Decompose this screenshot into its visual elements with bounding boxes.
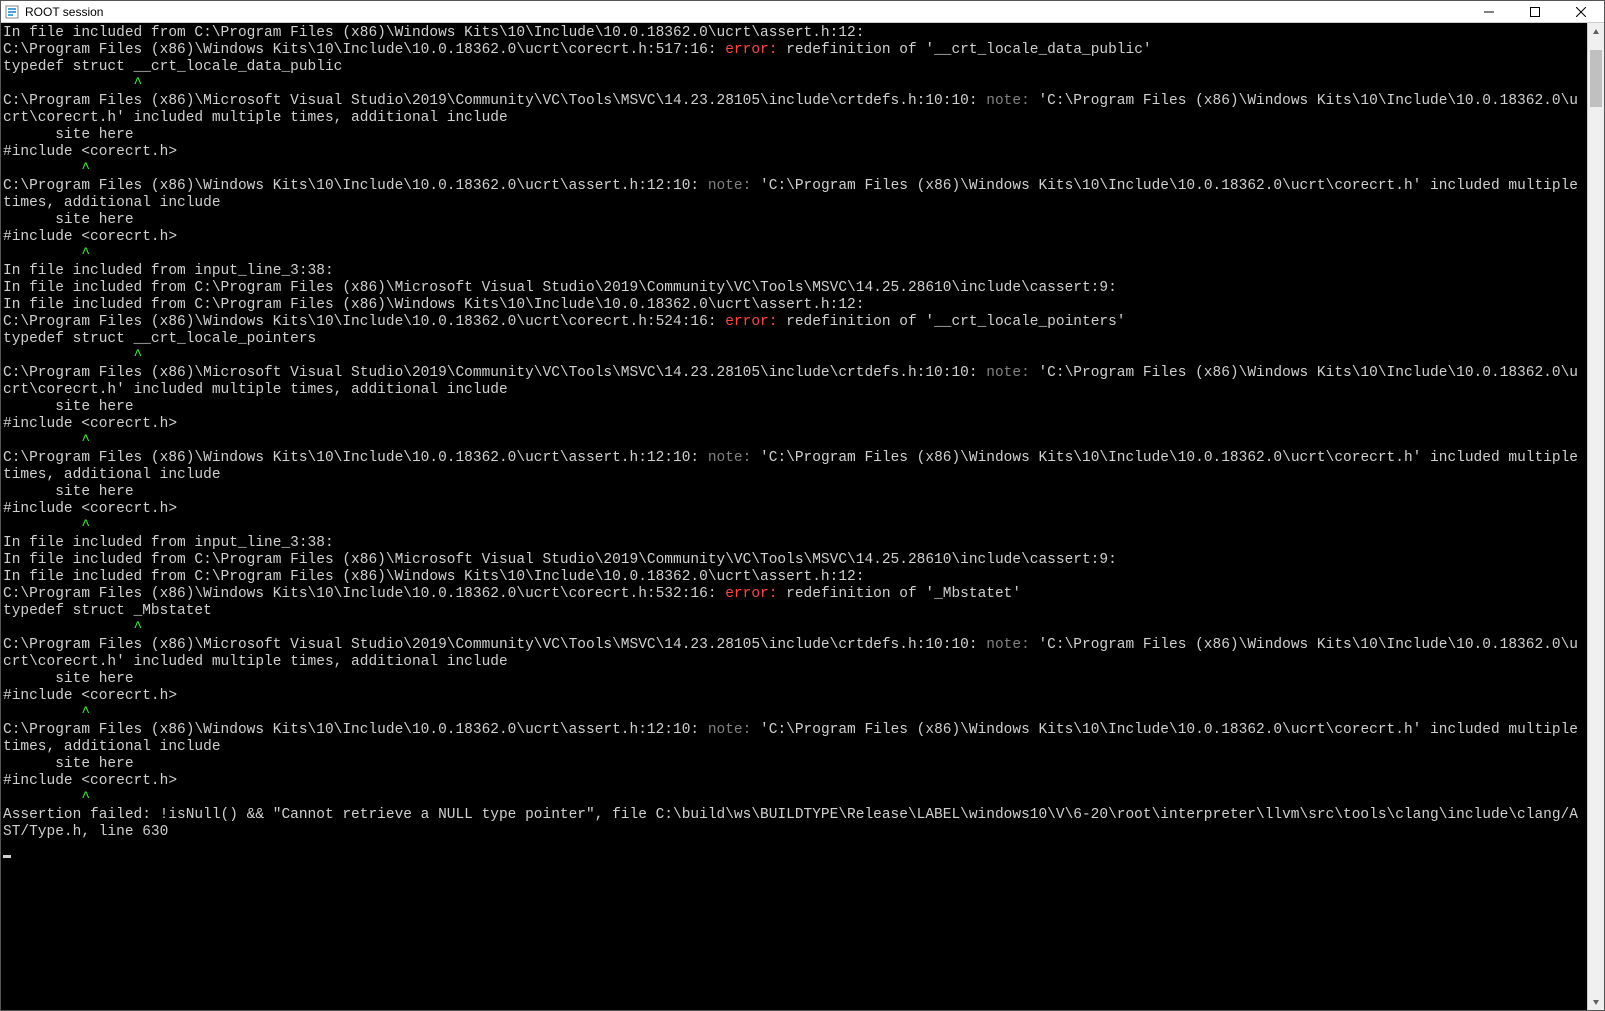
terminal-segment: ^ [3, 348, 142, 364]
terminal-segment: #include <corecrt.h> [3, 501, 177, 517]
terminal-segment: typedef struct __crt_locale_data_public [3, 59, 342, 75]
terminal-segment: In file included from C:\Program Files (… [3, 297, 864, 313]
terminal-output[interactable]: In file included from C:\Program Files (… [1, 23, 1587, 1010]
terminal-segment: C:\Program Files (x86)\Windows Kits\10\I… [3, 450, 708, 466]
terminal-segment: In file included from C:\Program Files (… [3, 552, 1117, 568]
terminal-segment: ^ [3, 705, 90, 721]
terminal-segment: ^ [3, 161, 90, 177]
terminal-segment: note: [986, 637, 1030, 653]
terminal-segment: typedef struct __crt_locale_pointers [3, 331, 316, 347]
window-buttons [1466, 1, 1604, 22]
terminal-segment: ^ [3, 790, 90, 806]
terminal-segment: In file included from C:\Program Files (… [3, 25, 864, 41]
terminal-segment: ^ [3, 246, 90, 262]
terminal-segment: #include <corecrt.h> [3, 229, 177, 245]
terminal-segment: #include <corecrt.h> [3, 416, 177, 432]
terminal-segment: In file included from input_line_3:38: [3, 263, 334, 279]
terminal-segment: ^ [3, 76, 142, 92]
terminal-segment: site here [3, 399, 134, 415]
terminal-segment: site here [3, 212, 134, 228]
terminal-segment: C:\Program Files (x86)\Windows Kits\10\I… [3, 314, 725, 330]
terminal-segment: site here [3, 484, 134, 500]
terminal-segment: note: [708, 178, 752, 194]
terminal-segment: redefinition of '__crt_locale_data_publi… [777, 42, 1151, 58]
terminal-segment: note: [986, 93, 1030, 109]
terminal-segment: site here [3, 671, 134, 687]
terminal-segment: In file included from C:\Program Files (… [3, 569, 864, 585]
terminal-segment: error: [725, 42, 777, 58]
minimize-button[interactable] [1466, 1, 1512, 22]
terminal-segment: note: [708, 722, 752, 738]
terminal-segment: #include <corecrt.h> [3, 144, 177, 160]
terminal-segment: C:\Program Files (x86)\Windows Kits\10\I… [3, 178, 708, 194]
terminal-text: In file included from C:\Program Files (… [3, 25, 1583, 858]
terminal-segment: In file included from input_line_3:38: [3, 535, 334, 551]
terminal-segment: redefinition of '_Mbstatet' [777, 586, 1021, 602]
client-area: In file included from C:\Program Files (… [1, 23, 1604, 1010]
terminal-segment: error: [725, 314, 777, 330]
close-button[interactable] [1558, 1, 1604, 22]
terminal-segment: note: [986, 365, 1030, 381]
terminal-segment: error: [725, 586, 777, 602]
terminal-segment: C:\Program Files (x86)\Windows Kits\10\I… [3, 42, 725, 58]
terminal-segment: C:\Program Files (x86)\Windows Kits\10\I… [3, 722, 708, 738]
terminal-segment: Assertion failed: !isNull() && "Cannot r… [3, 807, 1578, 840]
vertical-scrollbar[interactable] [1587, 23, 1604, 1010]
terminal-segment: #include <corecrt.h> [3, 773, 177, 789]
scrollbar-track[interactable] [1588, 40, 1604, 993]
terminal-segment: In file included from C:\Program Files (… [3, 280, 1117, 296]
window-title: ROOT session [25, 5, 1466, 19]
maximize-button[interactable] [1512, 1, 1558, 22]
scroll-down-button[interactable] [1588, 993, 1604, 1010]
terminal-segment: C:\Program Files (x86)\Microsoft Visual … [3, 637, 986, 653]
terminal-segment: C:\Program Files (x86)\Windows Kits\10\I… [3, 586, 725, 602]
terminal-segment: site here [3, 127, 134, 143]
terminal-segment: note: [708, 450, 752, 466]
terminal-segment: typedef struct _Mbstatet [3, 603, 212, 619]
terminal-segment: C:\Program Files (x86)\Microsoft Visual … [3, 93, 986, 109]
terminal-segment: ^ [3, 433, 90, 449]
terminal-segment: site here [3, 756, 134, 772]
scroll-up-button[interactable] [1588, 23, 1604, 40]
terminal-segment: C:\Program Files (x86)\Microsoft Visual … [3, 365, 986, 381]
titlebar[interactable]: ROOT session [1, 1, 1604, 23]
terminal-segment: ^ [3, 518, 90, 534]
app-icon [5, 5, 19, 19]
terminal-cursor [3, 855, 11, 858]
scrollbar-thumb[interactable] [1590, 50, 1602, 107]
terminal-segment: redefinition of '__crt_locale_pointers' [777, 314, 1125, 330]
terminal-segment: #include <corecrt.h> [3, 688, 177, 704]
root-session-window: ROOT session In file included from C:\Pr… [0, 0, 1605, 1011]
terminal-segment: ^ [3, 620, 142, 636]
